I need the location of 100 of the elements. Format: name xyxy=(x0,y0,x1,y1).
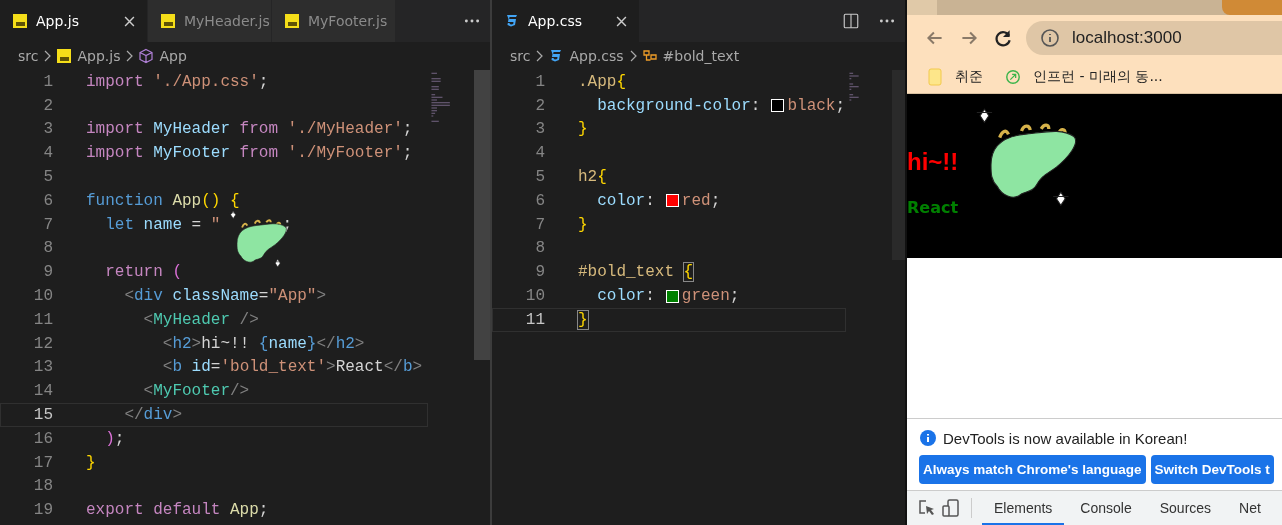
devtools-tab[interactable]: Net xyxy=(1227,491,1273,525)
chevron-icon xyxy=(43,50,52,62)
code-text: ; xyxy=(402,120,413,139)
matched-brace: { xyxy=(683,263,694,282)
editor-tab[interactable]: MyHeader.js xyxy=(148,0,272,42)
string-token: "App" xyxy=(268,287,317,306)
brace-token: { xyxy=(230,191,240,210)
language-button[interactable]: Switch DevTools t xyxy=(1150,455,1274,484)
code-text: ; xyxy=(710,191,721,210)
function-token: App xyxy=(172,191,202,210)
line-number: 6 xyxy=(534,191,545,210)
code-text: = xyxy=(210,358,221,377)
brace-token: } xyxy=(86,453,96,472)
line-number: 11 xyxy=(32,310,53,329)
code-text: = xyxy=(258,287,269,306)
keyword-token: default xyxy=(153,501,221,520)
split-editor-icon[interactable] xyxy=(842,12,860,30)
string-token: './App.css' xyxy=(153,72,259,91)
language-button[interactable]: Always match Chrome's language xyxy=(919,455,1146,484)
line-number: 6 xyxy=(42,191,53,210)
paren-token: ( xyxy=(172,263,182,282)
string-token: black xyxy=(787,96,836,115)
selector-token: #bold_text xyxy=(578,263,674,282)
string-token: './MyHeader' xyxy=(287,120,403,139)
line-number: 9 xyxy=(42,263,53,282)
line-number: 7 xyxy=(534,215,545,234)
line-number: 5 xyxy=(534,168,545,187)
brace-token: } xyxy=(578,215,588,234)
close-icon[interactable] xyxy=(124,15,135,27)
color-swatch[interactable] xyxy=(665,194,679,208)
scrollbar[interactable] xyxy=(892,70,905,260)
identifier-token: MyHeader xyxy=(153,120,230,139)
devtools-tab[interactable]: Console xyxy=(1068,491,1144,525)
editor-tab[interactable]: MyFooter.js xyxy=(272,0,396,42)
breadcrumb-item[interactable]: App xyxy=(159,48,187,64)
identifier-token: background-color xyxy=(597,96,751,115)
line-number: 19 xyxy=(32,501,53,520)
inspect-icon[interactable] xyxy=(917,498,937,518)
chevron-icon xyxy=(535,50,544,62)
chevron-icon xyxy=(628,50,637,62)
line-number: 2 xyxy=(534,96,545,115)
punctuation-token: /> xyxy=(239,310,259,329)
line-number: 10 xyxy=(524,287,545,306)
code-text: ; xyxy=(729,287,740,306)
page-text: React xyxy=(907,198,959,217)
line-number: 10 xyxy=(32,287,53,306)
breadcrumb-item[interactable]: src xyxy=(510,48,531,64)
info-icon xyxy=(1040,27,1060,48)
line-number: 7 xyxy=(42,215,53,234)
color-swatch[interactable] xyxy=(665,289,679,303)
bookmark[interactable]: 인프런 - 미래의 동... xyxy=(1005,67,1163,86)
code-text: = xyxy=(191,215,202,234)
breadcrumb-item[interactable]: App.css xyxy=(569,48,624,64)
editor-tab[interactable]: App.js xyxy=(0,0,148,42)
info-icon xyxy=(919,429,937,447)
selector-token: h2 xyxy=(578,168,598,187)
component-token: MyHeader xyxy=(153,310,230,329)
punctuation-token: > xyxy=(172,406,182,425)
folder-icon xyxy=(927,67,943,86)
editor-tab[interactable]: App.css xyxy=(492,0,640,42)
identifier-token: name xyxy=(268,334,307,353)
keyword-token: function xyxy=(86,191,163,210)
js-file-icon xyxy=(56,48,73,64)
line-number: 18 xyxy=(32,477,53,496)
breadcrumb-item[interactable]: #bold_text xyxy=(662,48,740,64)
keyword-token: return xyxy=(105,263,163,282)
close-icon[interactable] xyxy=(616,15,627,27)
tag-token: } xyxy=(306,334,317,353)
devtools-tab[interactable]: Sources xyxy=(1147,491,1224,525)
string-token: green xyxy=(681,287,730,306)
punctuation-token: < xyxy=(162,358,173,377)
punctuation-token: > xyxy=(326,358,336,377)
js-file-icon xyxy=(284,13,300,29)
keyword-token: from xyxy=(239,120,278,139)
identifier-token: name xyxy=(143,215,182,234)
punctuation-token: < xyxy=(143,382,154,401)
tag-token: { xyxy=(258,334,269,353)
code-text: ; xyxy=(258,72,269,91)
leaf-icon xyxy=(1005,67,1021,86)
page-heading: hi~!! xyxy=(907,148,960,176)
paren-token: ) xyxy=(105,429,115,448)
punctuation-token: </ xyxy=(383,358,403,377)
js-file-icon xyxy=(12,13,28,29)
scrollbar[interactable] xyxy=(474,70,490,360)
address-bar[interactable]: localhost:3000 xyxy=(1026,20,1282,55)
devtools-tab[interactable]: Elements xyxy=(982,491,1065,525)
bookmark[interactable]: 취준 xyxy=(927,67,983,86)
tag-token: h2 xyxy=(335,334,355,353)
code-text: : xyxy=(645,287,655,306)
punctuation-token: < xyxy=(162,334,173,353)
keyword-token: import xyxy=(86,72,144,91)
line-number: 15 xyxy=(32,406,53,425)
code-text: ; xyxy=(402,144,413,163)
device-icon[interactable] xyxy=(941,498,961,518)
breadcrumb-item[interactable]: App.js xyxy=(77,48,121,64)
punctuation-token: </ xyxy=(124,406,144,425)
identifier-token: className xyxy=(172,287,259,306)
color-swatch[interactable] xyxy=(771,99,785,113)
string-token: red xyxy=(681,191,711,210)
breadcrumb-item[interactable]: src xyxy=(18,48,39,64)
